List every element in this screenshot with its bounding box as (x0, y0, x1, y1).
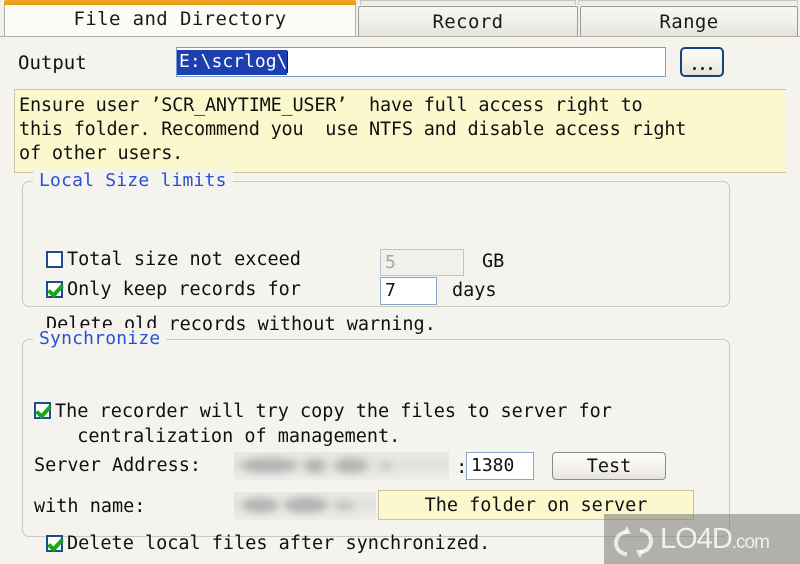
output-path-value: E:\scrlog\ (177, 49, 288, 75)
permissions-notice: Ensure user ’SCR_ANYTIME_USER’ have full… (14, 89, 786, 173)
server-address-label: Server Address: (34, 455, 202, 476)
sync-enable-label: The recorder will try copy the files to … (55, 401, 612, 447)
tab-range[interactable]: Range (580, 6, 798, 36)
sync-enable-checkbox[interactable] (34, 402, 51, 419)
keep-records-unit-label: days (452, 280, 497, 301)
tab-record-label: Record (432, 10, 504, 33)
with-name-label: with name: (34, 496, 146, 517)
delete-local-checkbox-row[interactable]: Delete local files after synchronized. (46, 533, 490, 554)
refresh-circular-arrows-icon (614, 526, 653, 558)
keep-records-checkbox[interactable] (46, 281, 63, 298)
delete-local-checkbox[interactable] (46, 535, 63, 552)
output-row: Output E:\scrlog\ (0, 47, 800, 81)
watermark-suffix: .com (731, 531, 770, 553)
tab-file-and-directory[interactable]: File and Directory (4, 0, 356, 36)
tab-range-label: Range (659, 10, 719, 33)
watermark-text: LO4D.com (660, 522, 770, 556)
output-path-input[interactable]: E:\scrlog\ (176, 47, 666, 77)
total-size-label: Total size not exceed (67, 249, 301, 270)
group-synchronize-title: Synchronize (33, 328, 167, 349)
lo4d-watermark: LO4D.com (604, 514, 800, 564)
total-size-checkbox[interactable] (46, 251, 63, 268)
tab-strip: File and Directory Record Range (0, 0, 800, 36)
total-size-value-input[interactable]: 5 (380, 249, 464, 276)
total-size-unit-label: GB (482, 251, 505, 272)
keep-records-checkbox-row[interactable]: Only keep records for (46, 279, 301, 300)
server-port-input[interactable]: 1380 (466, 452, 534, 480)
ellipsis-icon (700, 67, 704, 70)
server-address-input[interactable] (234, 452, 449, 480)
test-connection-button[interactable]: Test (552, 452, 666, 480)
browse-button[interactable] (680, 47, 724, 77)
output-label: Output (18, 52, 87, 74)
keep-records-days-input[interactable]: 7 (380, 277, 437, 305)
tab-panel-file-and-directory: Output E:\scrlog\ Ensure user ’SCR_ANYTI… (0, 36, 800, 564)
with-name-input[interactable] (234, 492, 376, 520)
group-local-size-limits-title: Local Size limits (33, 170, 233, 191)
keep-records-label: Only keep records for (67, 279, 301, 300)
watermark-main: LO4D (660, 522, 733, 555)
sync-enable-checkbox-row[interactable]: The recorder will try copy the files to … (34, 399, 612, 449)
tab-record[interactable]: Record (358, 6, 578, 36)
total-size-checkbox-row[interactable]: Total size not exceed (46, 249, 301, 270)
tab-row-background-middle (360, 0, 576, 5)
text-caret (287, 51, 289, 73)
tab-row-background-right (578, 0, 798, 5)
ellipsis-icon (708, 67, 712, 70)
delete-local-label: Delete local files after synchronized. (67, 533, 491, 554)
ellipsis-icon (692, 67, 696, 70)
tab-file-and-directory-label: File and Directory (73, 7, 287, 30)
